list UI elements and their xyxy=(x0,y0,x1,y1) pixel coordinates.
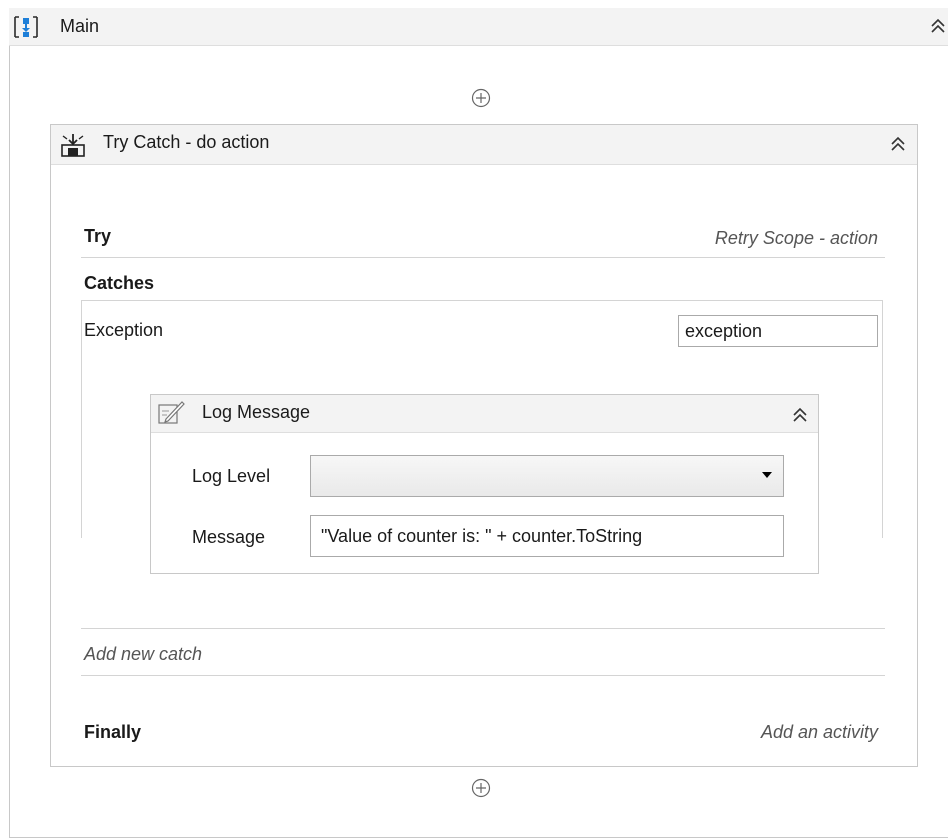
try-catch-title: Try Catch - do action xyxy=(103,132,270,152)
chevron-down-icon[interactable] xyxy=(762,472,772,478)
main-sequence-header[interactable] xyxy=(9,8,948,46)
message-input[interactable] xyxy=(310,515,784,557)
try-divider xyxy=(81,257,885,258)
exception-variable-input[interactable] xyxy=(678,315,878,347)
add-circle-icon[interactable] xyxy=(471,88,491,108)
try-section-label: Try xyxy=(84,226,112,246)
message-label: Message xyxy=(192,527,266,547)
add-circle-icon[interactable] xyxy=(471,778,491,798)
try-catch-icon xyxy=(61,134,85,157)
finally-add-activity-link[interactable]: Add an activity xyxy=(761,722,878,743)
double-chevron-up-icon[interactable] xyxy=(790,405,810,425)
finally-divider xyxy=(81,675,885,676)
log-level-dropdown[interactable] xyxy=(310,455,784,497)
try-activity-link[interactable]: Retry Scope - action xyxy=(715,228,878,249)
double-chevron-up-icon[interactable] xyxy=(888,134,908,154)
sequence-icon xyxy=(14,16,38,38)
log-message-title: Log Message xyxy=(202,402,311,422)
add-new-catch-link[interactable]: Add new catch xyxy=(84,644,202,665)
catches-divider xyxy=(81,628,885,629)
log-message-icon xyxy=(158,401,185,424)
log-level-label: Log Level xyxy=(192,466,271,486)
main-title: Main xyxy=(60,16,100,36)
double-chevron-up-icon[interactable] xyxy=(928,16,948,36)
finally-section-label: Finally xyxy=(84,722,142,742)
catches-section-label: Catches xyxy=(84,273,155,293)
exception-type-label[interactable]: Exception xyxy=(84,320,163,341)
